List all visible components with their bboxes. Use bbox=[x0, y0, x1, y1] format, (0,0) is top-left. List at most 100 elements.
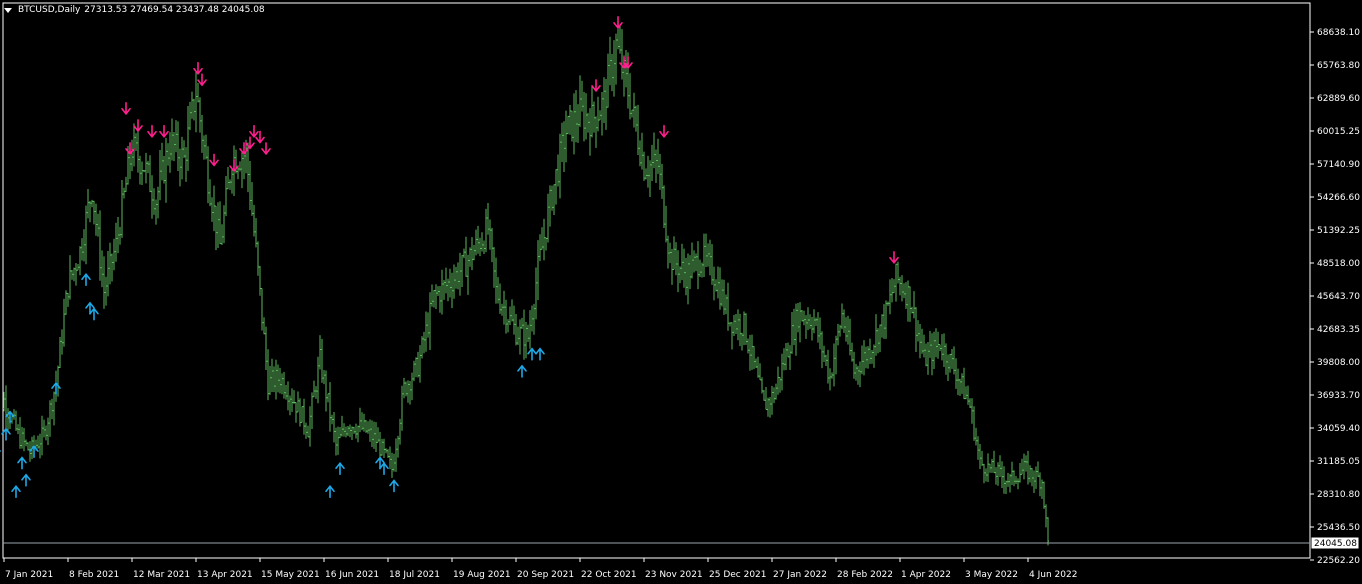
ohlc-bar bbox=[537, 240, 539, 300]
ohlc-bar bbox=[389, 446, 391, 470]
ohlc-bar bbox=[725, 294, 727, 315]
date-axis-label: 12 Mar 2021 bbox=[133, 570, 190, 580]
ohlc-bar bbox=[283, 371, 285, 399]
ohlc-bar bbox=[659, 153, 661, 190]
ohlc-bar bbox=[989, 463, 991, 473]
price-scale-label: 28310.80 bbox=[1317, 490, 1360, 500]
ohlc-bar bbox=[91, 199, 93, 208]
ohlc-bar bbox=[1013, 470, 1015, 487]
ohlc-bar bbox=[25, 439, 27, 447]
chart-window[interactable]: 68638.10 65763.80 62889.60 60015.25 57140.90… bbox=[0, 0, 1362, 584]
ohlc-bar bbox=[717, 266, 719, 299]
price-scale-label: 60015.25 bbox=[1317, 127, 1360, 137]
ohlc-bar bbox=[139, 155, 141, 185]
ohlc-bar bbox=[955, 358, 957, 389]
ohlc-bar bbox=[63, 298, 65, 347]
ohlc-bar bbox=[411, 372, 413, 401]
ohlc-bar bbox=[149, 155, 151, 193]
ohlc-bar bbox=[719, 267, 721, 310]
ohlc-bar bbox=[299, 398, 301, 427]
price-scale-label: 65763.80 bbox=[1317, 61, 1360, 71]
ohlc-bar bbox=[963, 367, 965, 400]
date-axis-label: 28 Feb 2022 bbox=[837, 570, 893, 580]
ohlc-bar bbox=[997, 462, 999, 486]
ohlc-bar bbox=[893, 279, 895, 294]
ohlc-bar bbox=[889, 279, 891, 315]
ohlc-bar bbox=[539, 234, 541, 262]
ohlc-bar bbox=[557, 154, 559, 187]
ohlc-bar bbox=[815, 317, 817, 327]
date-axis-label: 19 Aug 2021 bbox=[453, 570, 511, 580]
ohlc-bar bbox=[1027, 450, 1029, 485]
ohlc-bar bbox=[311, 392, 313, 429]
ohlc-bar bbox=[93, 200, 95, 225]
ohlc-bar bbox=[753, 346, 755, 370]
ohlc-bar bbox=[133, 123, 135, 167]
ohlc-bar bbox=[655, 149, 657, 183]
ohlc-bar bbox=[771, 385, 773, 415]
buy-signal-arrow-up-icon bbox=[21, 473, 31, 487]
ohlc-bar bbox=[427, 312, 429, 338]
sell-signal-arrow-down-icon bbox=[209, 153, 219, 167]
ohlc-bar bbox=[897, 261, 899, 284]
ohlc-bar bbox=[667, 235, 669, 269]
ohlc-bar bbox=[571, 110, 573, 142]
ohlc-bar bbox=[523, 309, 525, 360]
ohlc-bar bbox=[125, 176, 127, 192]
ohlc-bar bbox=[129, 153, 131, 180]
ohlc-bar bbox=[831, 372, 833, 379]
ohlc-bar bbox=[195, 71, 197, 133]
ohlc-bar bbox=[597, 96, 599, 132]
ohlc-bar bbox=[451, 272, 453, 309]
ohlc-bar bbox=[851, 342, 853, 362]
ohlc-bar bbox=[549, 185, 551, 227]
ohlc-bar bbox=[591, 85, 593, 138]
ohlc-bar bbox=[81, 238, 83, 261]
ohlc-bar bbox=[331, 414, 333, 425]
ohlc-bar bbox=[935, 328, 937, 358]
ohlc-bar bbox=[579, 75, 581, 127]
ohlc-bar bbox=[1029, 465, 1031, 483]
date-axis-label: 7 Jan 2021 bbox=[5, 570, 53, 580]
ohlc-bar bbox=[371, 420, 373, 448]
ohlc-bar bbox=[951, 349, 953, 369]
ohlc-bar bbox=[677, 250, 679, 293]
ohlc-bar bbox=[767, 397, 769, 417]
date-axis-label: 22 Oct 2021 bbox=[581, 570, 637, 580]
ohlc-bar bbox=[653, 132, 655, 169]
ohlc-bar bbox=[23, 427, 25, 452]
ohlc-bar bbox=[281, 373, 283, 395]
chevron-down-icon[interactable] bbox=[4, 7, 12, 13]
ohlc-bar bbox=[145, 152, 147, 184]
ohlc-bar bbox=[1025, 455, 1027, 472]
ohlc-bar bbox=[1003, 466, 1005, 494]
ohlc-bar bbox=[101, 250, 103, 288]
ohlc-bar bbox=[287, 381, 289, 411]
ohlc-bar bbox=[335, 427, 337, 456]
ohlc-bar bbox=[663, 185, 665, 228]
ohlc-bar bbox=[259, 265, 261, 296]
ohlc-bar bbox=[843, 309, 845, 333]
ohlc-bar bbox=[801, 309, 803, 322]
ohlc-bar bbox=[521, 317, 523, 329]
ohlc-bar bbox=[625, 50, 627, 88]
ohlc-bar bbox=[167, 143, 169, 166]
date-axis-label: 15 May 2021 bbox=[261, 570, 320, 580]
ohlc-bar bbox=[495, 257, 497, 304]
ohlc-bar bbox=[413, 360, 415, 382]
ohlc-bar bbox=[605, 78, 607, 130]
ohlc-bar bbox=[991, 458, 993, 473]
ohlc-bar bbox=[879, 324, 881, 353]
ohlc-bar bbox=[191, 91, 193, 119]
ohlc-bar bbox=[79, 246, 81, 276]
ohlc-bar bbox=[921, 328, 923, 354]
ohlc-bar bbox=[811, 316, 813, 341]
ohlc-bar bbox=[649, 160, 651, 198]
ohlc-bar bbox=[19, 417, 21, 449]
ohlc-bar bbox=[629, 73, 631, 120]
ohlc-bar bbox=[529, 310, 531, 349]
ohlc-bar bbox=[169, 132, 171, 173]
ohlc-bar bbox=[695, 253, 697, 272]
price-chart[interactable]: 68638.10 65763.80 62889.60 60015.25 57140.90… bbox=[0, 0, 1362, 584]
ohlc-bar bbox=[993, 450, 995, 474]
